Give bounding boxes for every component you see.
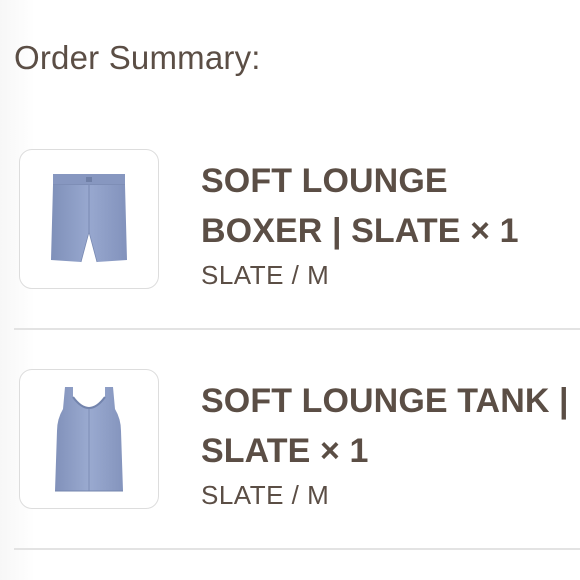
product-name[interactable]: SOFT LOUNGE BOXER | SLATE × 1	[201, 156, 576, 256]
order-summary-panel: Order Summary: SOFT LOUNGE BOXER | SLATE…	[0, 0, 580, 580]
boxer-shorts-image	[51, 174, 127, 263]
divider	[14, 548, 580, 550]
order-item: SOFT LOUNGE BOXER | SLATE × 1 SLATE / M	[0, 112, 580, 332]
product-thumbnail[interactable]	[19, 149, 159, 289]
order-summary-title: Order Summary:	[14, 39, 261, 76]
product-variant: SLATE / M	[201, 260, 330, 290]
product-thumbnail[interactable]	[19, 369, 159, 509]
tank-top-image	[55, 387, 123, 492]
product-variant: SLATE / M	[201, 480, 330, 510]
divider	[14, 328, 580, 330]
order-item: SOFT LOUNGE TANK | SLATE × 1 SLATE / M	[0, 332, 580, 552]
item-info: SOFT LOUNGE BOXER | SLATE × 1 SLATE / M	[201, 156, 576, 292]
item-info: SOFT LOUNGE TANK | SLATE × 1 SLATE / M	[201, 376, 576, 512]
product-name[interactable]: SOFT LOUNGE TANK | SLATE × 1	[201, 376, 576, 476]
